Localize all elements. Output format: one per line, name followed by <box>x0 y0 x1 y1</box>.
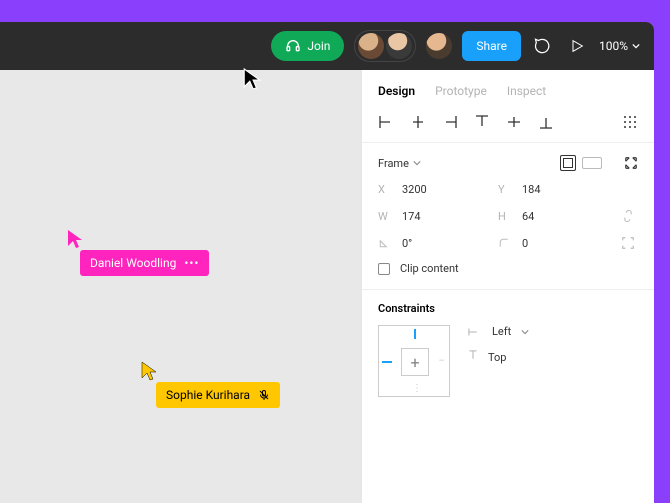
constraint-v-icon <box>468 350 478 364</box>
constraints-section: Constraints – ⋮ + Left <box>362 290 654 411</box>
y-label: Y <box>498 183 512 196</box>
align-top-icon[interactable] <box>474 114 490 130</box>
align-vcenter-icon[interactable] <box>506 114 522 130</box>
remote-user-name: Daniel Woodling <box>90 256 176 270</box>
join-label: Join <box>307 39 330 53</box>
independent-corners-icon[interactable] <box>618 236 638 250</box>
w-value[interactable]: 174 <box>402 210 421 223</box>
comment-icon[interactable] <box>531 34 555 58</box>
join-button[interactable]: Join <box>271 31 344 61</box>
rotation-icon <box>378 237 392 249</box>
frame-title[interactable]: Frame <box>378 157 421 170</box>
chevron-down-icon <box>413 159 421 167</box>
topbar: Join Share 100% <box>0 22 654 70</box>
orientation-landscape-icon[interactable] <box>582 157 602 169</box>
mic-muted-icon <box>258 389 270 401</box>
remote-cursor-label[interactable]: Daniel Woodling ••• <box>80 250 209 276</box>
canvas[interactable]: Daniel Woodling ••• Sophie Kurihara <box>0 70 361 503</box>
checkbox-icon <box>378 263 390 275</box>
zoom-select[interactable]: 100% <box>599 39 640 53</box>
clip-label: Clip content <box>400 262 459 275</box>
headset-icon <box>285 38 301 54</box>
constraint-h-value: Left <box>492 325 511 338</box>
align-row <box>362 108 654 143</box>
avatar[interactable] <box>386 33 412 59</box>
x-label: X <box>378 183 392 196</box>
remote-user-name: Sophie Kurihara <box>166 388 250 402</box>
constraint-h-select[interactable]: Left <box>468 325 529 338</box>
share-label: Share <box>476 39 507 53</box>
tab-prototype[interactable]: Prototype <box>435 84 487 98</box>
align-left-icon[interactable] <box>378 114 394 130</box>
tab-inspect[interactable]: Inspect <box>507 84 546 98</box>
avatar-group <box>354 30 416 62</box>
inspector-panel: Design Prototype Inspect Fram <box>361 70 654 503</box>
more-icon: ••• <box>184 256 199 270</box>
radius-value[interactable]: 0 <box>522 237 528 250</box>
play-icon[interactable] <box>565 34 589 58</box>
clip-content[interactable]: Clip content <box>378 262 638 275</box>
app-window: Join Share 100% <box>0 22 654 503</box>
h-value[interactable]: 64 <box>522 210 534 223</box>
constraint-v-value: Top <box>488 351 506 364</box>
zoom-value: 100% <box>599 39 628 53</box>
radius-icon <box>498 237 512 249</box>
rotation-value[interactable]: 0° <box>402 237 412 250</box>
constraints-widget[interactable]: – ⋮ + <box>378 325 450 397</box>
distribute-icon[interactable] <box>622 114 638 130</box>
panel-tabs: Design Prototype Inspect <box>362 70 654 108</box>
x-value[interactable]: 3200 <box>402 183 427 196</box>
tab-design[interactable]: Design <box>378 84 415 98</box>
avatar[interactable] <box>358 33 384 59</box>
link-wh-icon[interactable] <box>618 208 638 224</box>
chevron-down-icon <box>521 328 529 336</box>
chevron-down-icon <box>632 42 640 50</box>
resize-fit-icon[interactable] <box>624 156 638 170</box>
remote-cursor-label[interactable]: Sophie Kurihara <box>156 382 280 408</box>
align-hcenter-icon[interactable] <box>410 114 426 130</box>
orientation-portrait-icon[interactable] <box>560 155 576 171</box>
y-value[interactable]: 184 <box>522 183 541 196</box>
align-right-icon[interactable] <box>442 114 458 130</box>
frame-section: Frame X 3200 Y 184 W 174 H 64 <box>362 143 654 290</box>
w-label: W <box>378 210 392 223</box>
constraints-title: Constraints <box>378 302 638 325</box>
constraint-h-icon <box>468 327 482 337</box>
h-label: H <box>498 210 512 223</box>
avatar[interactable] <box>426 33 452 59</box>
share-button[interactable]: Share <box>462 31 521 61</box>
constraint-v-select[interactable]: Top <box>468 350 529 364</box>
align-bottom-icon[interactable] <box>538 114 554 130</box>
